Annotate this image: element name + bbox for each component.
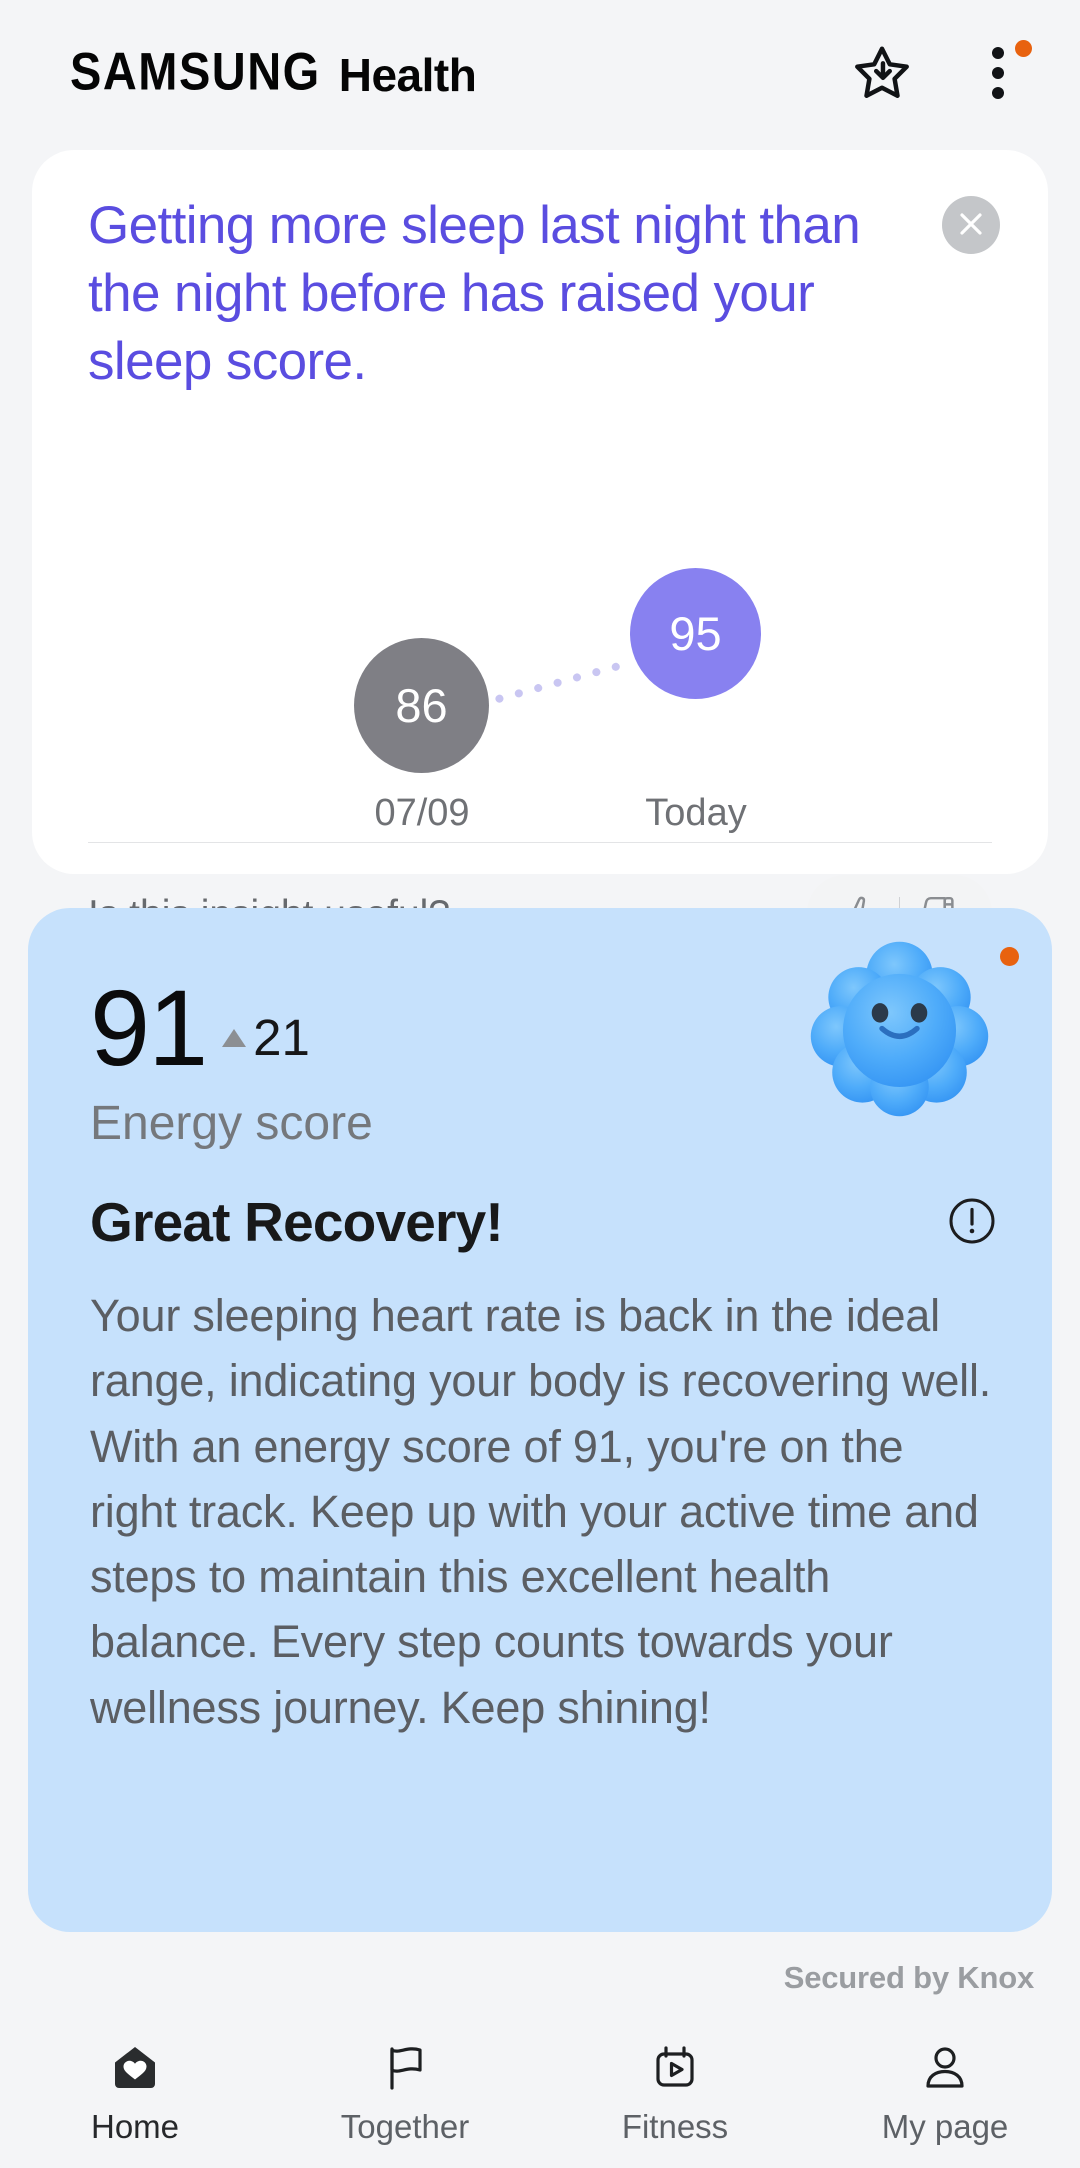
energy-score-row: 91 21 bbox=[90, 967, 310, 1088]
more-options-button[interactable] bbox=[962, 38, 1034, 110]
info-circle-icon bbox=[946, 1195, 998, 1250]
header-actions bbox=[846, 38, 1034, 110]
nav-item-together[interactable]: Together bbox=[270, 2042, 540, 2146]
chart-connector-line bbox=[477, 661, 629, 707]
samsung-health-home-screen: SAMSUNG Health Getting more sleep last n… bbox=[0, 0, 1080, 2168]
nav-label-home: Home bbox=[90, 2108, 180, 2145]
star-download-icon bbox=[851, 42, 913, 107]
close-insight-button[interactable] bbox=[942, 196, 1000, 254]
nav-label-together: Together bbox=[340, 2108, 470, 2145]
chart-bubble-today-value: 95 bbox=[669, 607, 722, 660]
calendar-play-icon bbox=[649, 2042, 701, 2094]
chart-bubble-previous-value: 86 bbox=[395, 679, 448, 732]
person-icon bbox=[919, 2042, 971, 2094]
nav-label-my-page: My page bbox=[881, 2108, 1009, 2145]
home-heart-icon bbox=[109, 2042, 161, 2094]
sleep-insight-card[interactable]: Getting more sleep last night than the n… bbox=[32, 150, 1048, 955]
energy-score-delta-value: 21 bbox=[253, 1009, 310, 1067]
energy-card-body: Your sleeping heart rate is back in the … bbox=[90, 1290, 992, 1733]
close-icon bbox=[958, 211, 984, 240]
energy-score-card[interactable]: 91 21 Energy score Great Recovery! Your … bbox=[28, 908, 1052, 1932]
card-divider bbox=[88, 842, 992, 843]
sleep-score-chart: 86 95 07/09 Today bbox=[32, 568, 1048, 838]
nav-label-fitness: Fitness bbox=[621, 2108, 729, 2145]
brand-samsung-text: SAMSUNG bbox=[70, 41, 321, 101]
flag-icon bbox=[379, 2042, 431, 2094]
chart-label-today: Today bbox=[645, 792, 747, 834]
chart-label-previous: 07/09 bbox=[374, 792, 470, 834]
energy-score-value: 91 bbox=[90, 967, 208, 1088]
insight-headline: Getting more sleep last night than the n… bbox=[88, 196, 861, 391]
chart-bubble-today: 95 bbox=[630, 568, 761, 699]
energy-card-badge bbox=[1000, 947, 1019, 966]
app-brand: SAMSUNG Health bbox=[70, 41, 846, 102]
notification-badge bbox=[1015, 40, 1032, 57]
more-options-icon bbox=[992, 45, 1004, 104]
nav-item-my-page[interactable]: My page bbox=[810, 2042, 1080, 2146]
energy-score-delta: 21 bbox=[222, 1008, 310, 1077]
chart-bubble-previous: 86 bbox=[354, 638, 489, 773]
nav-item-home[interactable]: Home bbox=[0, 2042, 270, 2146]
nav-item-fitness[interactable]: Fitness bbox=[540, 2042, 810, 2146]
delta-up-arrow-icon bbox=[222, 1028, 247, 1047]
secured-by-knox-label: Secured by Knox bbox=[783, 1960, 1034, 1995]
energy-card-title: Great Recovery! bbox=[90, 1191, 504, 1253]
app-header: SAMSUNG Health bbox=[0, 0, 1080, 148]
energy-info-button[interactable] bbox=[944, 1194, 1000, 1250]
star-download-button[interactable] bbox=[846, 38, 918, 110]
smiling-cloud-mascot-icon bbox=[802, 931, 997, 1126]
energy-title-row: Great Recovery! bbox=[90, 1190, 1000, 1254]
energy-score-label: Energy score bbox=[90, 1097, 373, 1150]
bottom-navigation-bar: Home Together Fitness My page bbox=[0, 2020, 1080, 2168]
brand-health-text: Health bbox=[338, 48, 477, 101]
